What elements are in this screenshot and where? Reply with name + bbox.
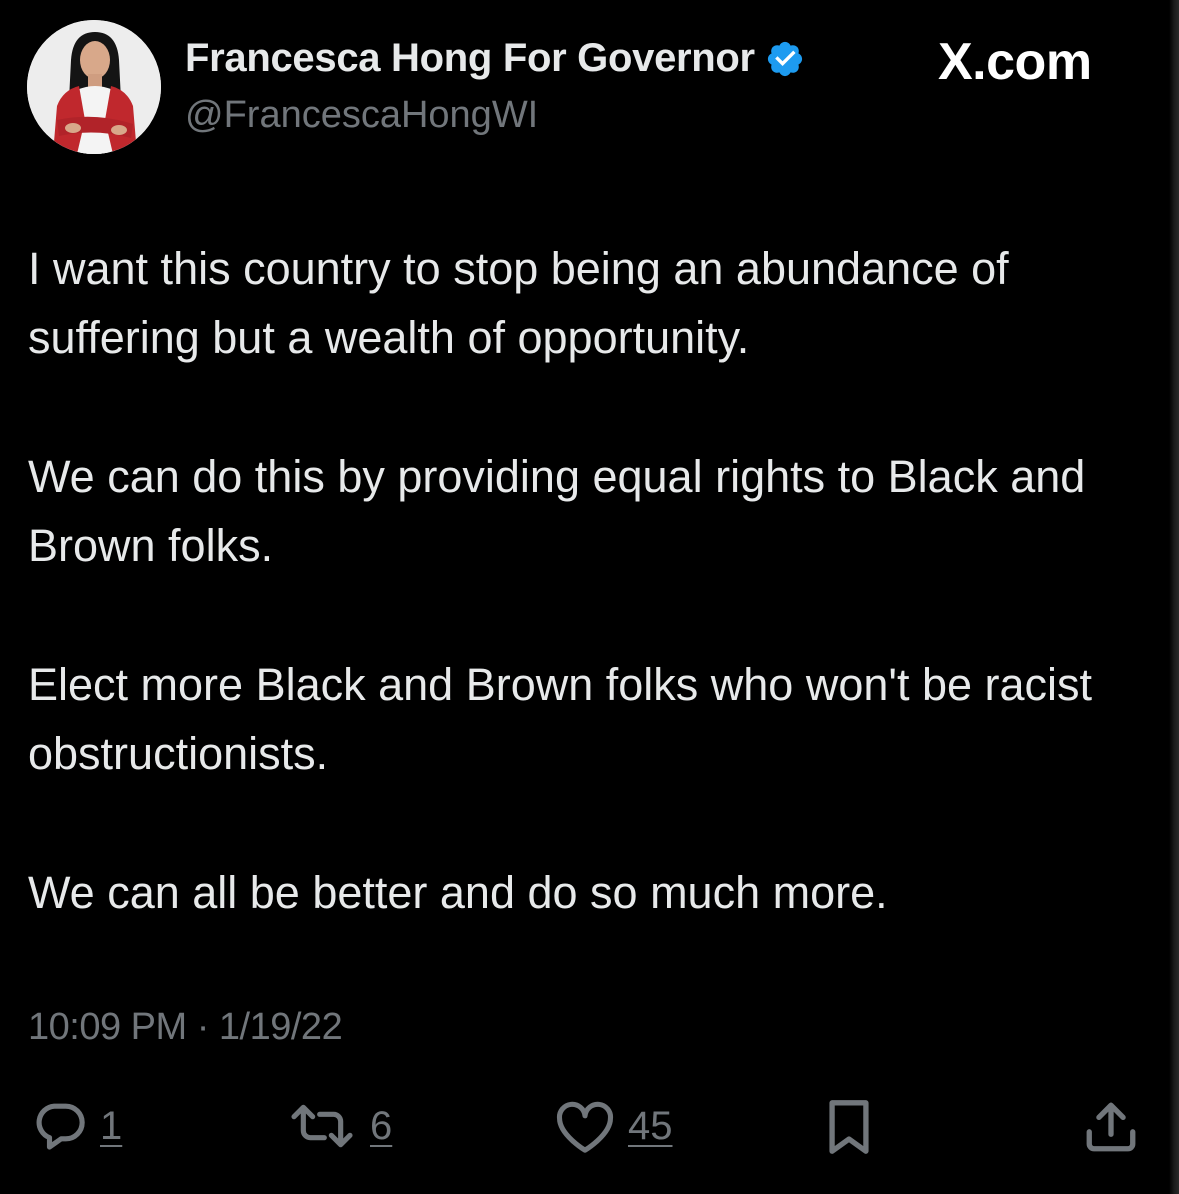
like-count: 45: [628, 1103, 673, 1148]
retweet-icon: [291, 1104, 353, 1148]
reply-icon: [36, 1103, 85, 1150]
site-watermark: X.com: [938, 33, 1092, 91]
like-button[interactable]: 45: [554, 1098, 673, 1154]
tweet-paragraph: We can do this by providing equal rights…: [28, 451, 1086, 571]
share-button[interactable]: [1082, 1098, 1140, 1156]
author-handle[interactable]: @FrancescaHongWI: [185, 94, 538, 137]
tweet-timestamp[interactable]: 10:09 PM · 1/19/22: [28, 1006, 343, 1049]
author-name-text: Francesca Hong For Governor: [185, 36, 755, 80]
heart-icon: [556, 1101, 614, 1153]
tweet-paragraph: Elect more Black and Brown folks who won…: [28, 659, 1093, 779]
avatar[interactable]: [27, 20, 161, 154]
verified-badge-icon: [765, 39, 805, 79]
tweet-paragraph: We can all be better and do so much more…: [28, 867, 888, 918]
window-edge: [1169, 0, 1179, 1194]
retweet-button[interactable]: 6: [286, 1098, 392, 1154]
author-display-name[interactable]: Francesca Hong For Governor: [185, 36, 805, 81]
tweet-text: I want this country to stop being an abu…: [28, 234, 1163, 927]
avatar-portrait-image: [27, 20, 161, 154]
share-icon: [1086, 1102, 1136, 1152]
reply-count: 1: [100, 1103, 123, 1148]
tweet-paragraph: I want this country to stop being an abu…: [28, 243, 1009, 363]
bookmark-icon: [829, 1100, 869, 1154]
retweet-count: 6: [370, 1103, 393, 1148]
bookmark-button[interactable]: [822, 1098, 876, 1156]
tweet-action-bar: 1 6 45: [0, 1098, 1179, 1168]
reply-button[interactable]: 1: [32, 1098, 122, 1154]
